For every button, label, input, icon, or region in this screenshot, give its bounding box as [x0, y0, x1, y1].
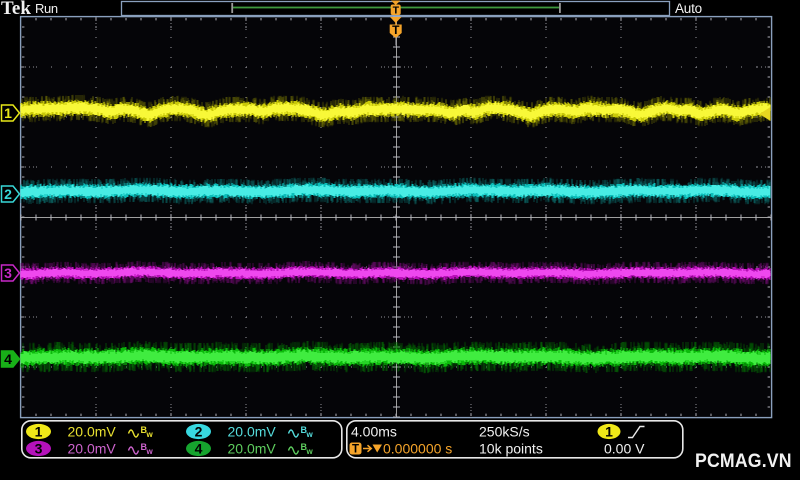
svg-text:1: 1 — [605, 424, 613, 440]
svg-text:0.000000 s: 0.000000 s — [383, 441, 452, 457]
svg-text:20.0mV: 20.0mV — [68, 441, 117, 457]
svg-text:1: 1 — [4, 105, 12, 121]
svg-text:w: w — [146, 447, 154, 456]
svg-text:w: w — [306, 430, 314, 439]
svg-text:20.0mV: 20.0mV — [228, 441, 277, 457]
svg-text:1: 1 — [35, 424, 43, 440]
svg-text:w: w — [306, 447, 314, 456]
svg-text:20.0mV: 20.0mV — [68, 424, 117, 440]
svg-text:2: 2 — [4, 186, 12, 202]
svg-text:20.0mV: 20.0mV — [228, 424, 277, 440]
svg-text:0.00 V: 0.00 V — [604, 441, 645, 457]
svg-text:3: 3 — [35, 441, 43, 457]
svg-text:4.00ms: 4.00ms — [351, 424, 397, 440]
svg-text:4: 4 — [4, 351, 12, 367]
svg-text:3: 3 — [4, 265, 12, 281]
svg-text:T: T — [393, 4, 400, 16]
svg-text:T: T — [352, 444, 359, 456]
svg-text:w: w — [146, 430, 154, 439]
svg-text:T: T — [392, 23, 400, 37]
svg-text:4: 4 — [195, 441, 203, 457]
svg-text:2: 2 — [195, 424, 203, 440]
svg-text:250kS/s: 250kS/s — [479, 424, 530, 440]
svg-text:10k points: 10k points — [479, 441, 543, 457]
